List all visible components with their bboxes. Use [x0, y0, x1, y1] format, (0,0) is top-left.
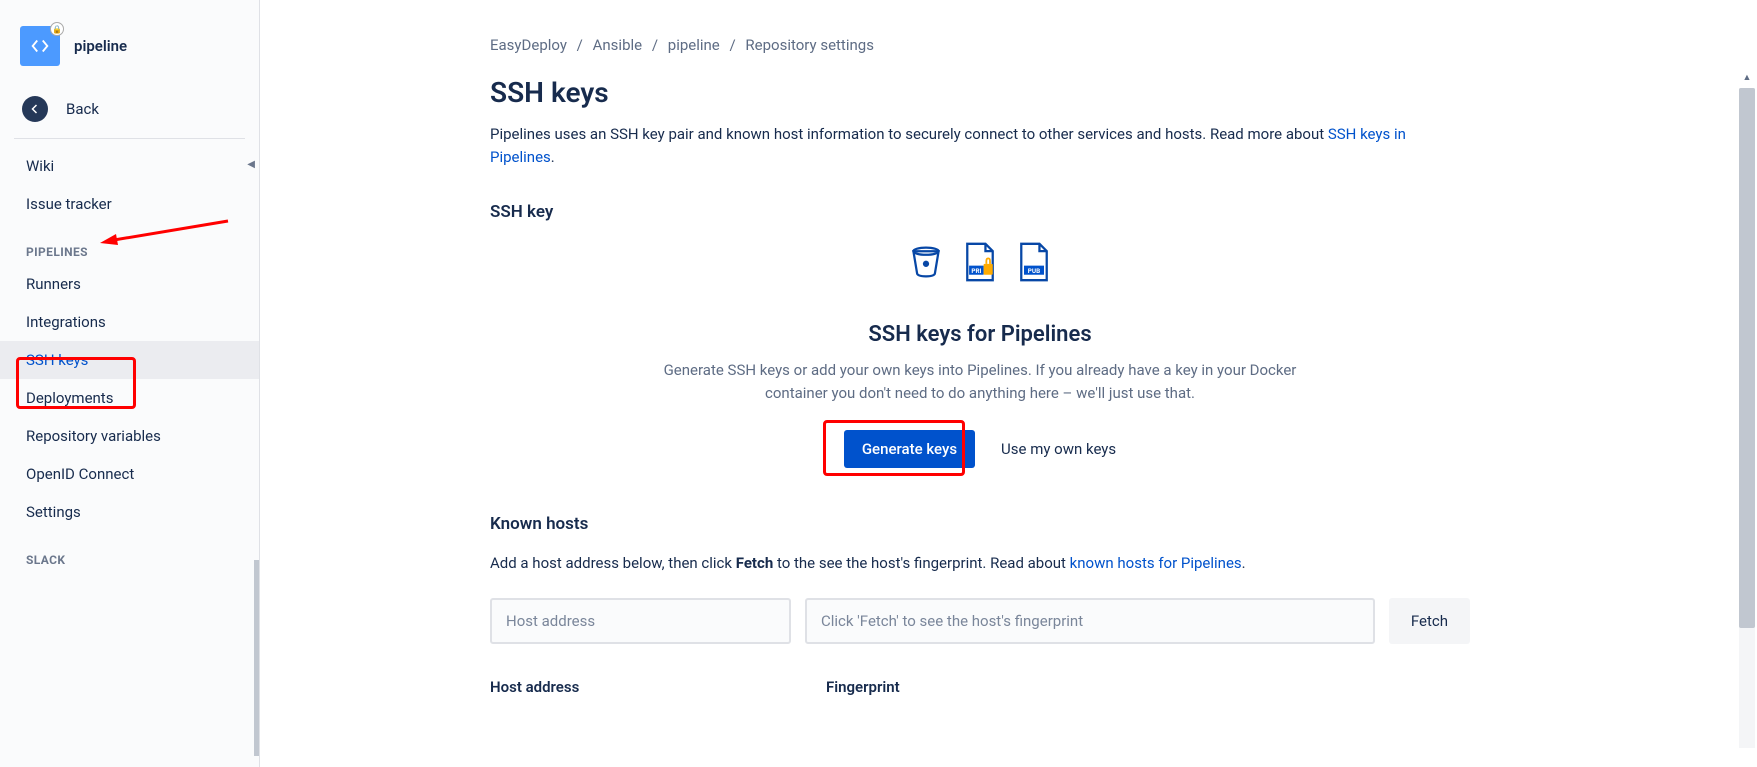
sidebar-item-wiki[interactable]: Wiki	[0, 147, 259, 185]
kh-d: .	[1242, 554, 1246, 572]
known-hosts-title: Known hosts	[490, 514, 1470, 534]
svg-text:PUB: PUB	[1028, 267, 1040, 275]
divider	[14, 138, 245, 139]
fetch-button[interactable]: Fetch	[1389, 598, 1470, 644]
col-fingerprint: Fingerprint	[826, 678, 1470, 696]
breadcrumb-item[interactable]: Ansible	[593, 36, 642, 54]
known-hosts-doc-link[interactable]: known hosts for Pipelines	[1070, 554, 1242, 572]
scrollbar-thumb[interactable]	[1739, 88, 1755, 628]
back-button[interactable]: Back	[0, 86, 259, 138]
arrow-left-icon	[22, 96, 48, 122]
sidebar-item-runners[interactable]: Runners	[0, 265, 259, 303]
breadcrumb-item[interactable]: Repository settings	[745, 36, 874, 54]
known-hosts-input-row: Fetch	[490, 598, 1470, 644]
ssh-keys-description: Generate SSH keys or add your own keys i…	[660, 359, 1300, 404]
sidebar-item-settings[interactable]: Settings	[0, 493, 259, 531]
ssh-button-row: Generate keys Use my own keys	[490, 430, 1470, 468]
breadcrumb-sep: /	[729, 36, 735, 54]
page-description: Pipelines uses an SSH key pair and known…	[490, 123, 1470, 168]
repo-icon: 🔒	[20, 26, 60, 66]
page-title: SSH keys	[490, 76, 1470, 109]
breadcrumb-sep: /	[652, 36, 658, 54]
kh-a: Add a host address below, then click	[490, 554, 736, 572]
kh-b: Fetch	[736, 554, 773, 572]
sidebar: 🔒 pipeline Back ◀ Wiki Issue tracker PIP…	[0, 0, 260, 767]
col-host-address: Host address	[490, 678, 812, 696]
breadcrumb: EasyDeploy / Ansible / pipeline / Reposi…	[490, 36, 1470, 54]
ssh-keys-heading: SSH keys for Pipelines	[490, 322, 1470, 347]
use-my-own-keys-button[interactable]: Use my own keys	[1001, 440, 1116, 458]
known-hosts-description: Add a host address below, then click Fet…	[490, 554, 1470, 572]
sidebar-item-issue-tracker[interactable]: Issue tracker	[0, 185, 259, 223]
resize-handle[interactable]	[254, 560, 259, 756]
public-key-doc-icon: PUB	[1016, 242, 1052, 286]
sidebar-section-slack: SLACK	[0, 531, 259, 573]
desc-end: .	[551, 148, 555, 166]
known-hosts-header-row: Host address Fingerprint	[490, 678, 1470, 696]
sidebar-item-ssh-keys[interactable]: SSH keys	[0, 341, 259, 379]
lock-icon: 🔒	[50, 22, 64, 36]
desc-text: Pipelines uses an SSH key pair and known…	[490, 125, 1328, 143]
breadcrumb-item[interactable]: EasyDeploy	[490, 36, 567, 54]
private-key-doc-icon: PRI	[962, 242, 998, 286]
back-label: Back	[66, 100, 99, 118]
breadcrumb-sep: /	[577, 36, 583, 54]
fingerprint-input[interactable]	[805, 598, 1375, 644]
bucket-icon	[908, 242, 944, 286]
host-address-input[interactable]	[490, 598, 791, 644]
svg-text:PRI: PRI	[971, 267, 981, 275]
scrollbar[interactable]	[1739, 88, 1755, 748]
ssh-visual: PRI PUB SSH keys for Pipelines Generate …	[490, 242, 1470, 468]
scroll-up-icon[interactable]: ▲	[1739, 72, 1755, 88]
repo-name: pipeline	[74, 37, 127, 55]
ssh-icon-row: PRI PUB	[490, 242, 1470, 286]
kh-c: to the see the host's fingerprint. Read …	[773, 554, 1069, 572]
breadcrumb-item[interactable]: pipeline	[668, 36, 720, 54]
sidebar-scroll[interactable]: ◀ Wiki Issue tracker PIPELINES Runners I…	[0, 147, 259, 767]
sidebar-item-deployments[interactable]: Deployments	[0, 379, 259, 417]
repo-header: 🔒 pipeline	[0, 12, 259, 86]
sidebar-section-pipelines: PIPELINES	[0, 223, 259, 265]
collapse-caret-icon[interactable]: ◀	[247, 159, 255, 170]
section-ssh-key: SSH key	[490, 202, 1470, 222]
section-label: PIPELINES	[26, 245, 88, 259]
sidebar-item-integrations[interactable]: Integrations	[0, 303, 259, 341]
generate-keys-button[interactable]: Generate keys	[844, 430, 975, 468]
sidebar-item-repo-variables[interactable]: Repository variables	[0, 417, 259, 455]
main-content: ▲ EasyDeploy / Ansible / pipeline / Repo…	[260, 0, 1757, 767]
sidebar-item-openid[interactable]: OpenID Connect	[0, 455, 259, 493]
